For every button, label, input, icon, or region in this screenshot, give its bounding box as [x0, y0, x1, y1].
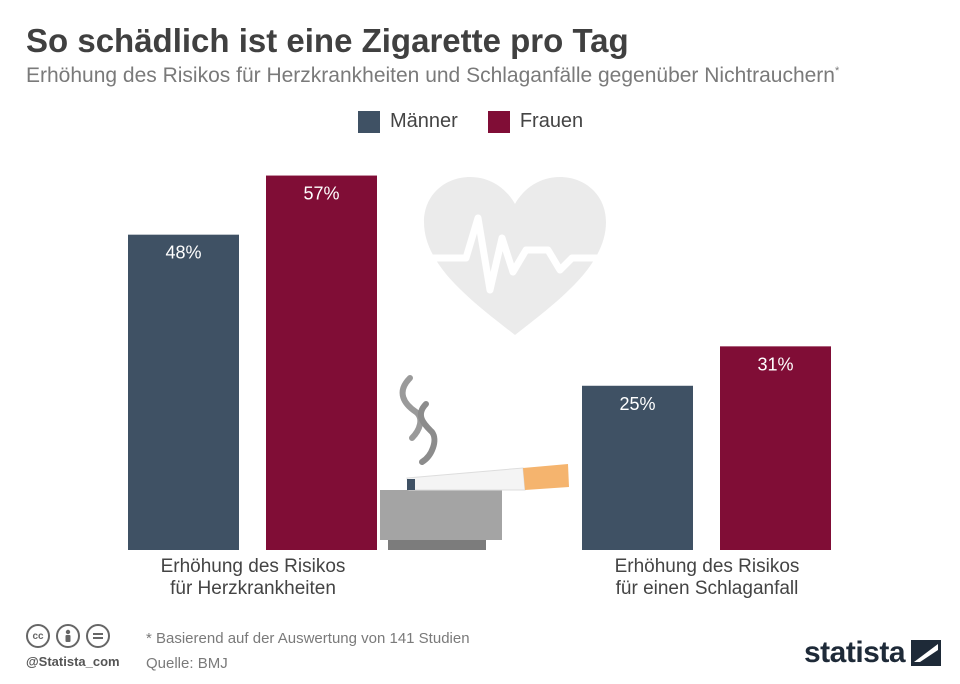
statista-handle: @Statista_com	[26, 654, 120, 669]
category-label-schlaganfall: Erhöhung des Risikos für einen Schlaganf…	[567, 556, 847, 600]
cc-icon: cc	[26, 624, 50, 648]
bar-maenner-0	[128, 234, 239, 550]
bar-frauen-1	[720, 346, 831, 550]
source: Quelle: BMJ	[146, 655, 228, 672]
footer-notes: * Basierend auf der Auswertung von 141 S…	[146, 626, 470, 676]
license-icons: cc	[26, 624, 110, 648]
statista-brand[interactable]: statista	[804, 636, 942, 670]
data-label-frauen-1: 31%	[757, 354, 793, 374]
category-label-schlaganfall-line2: für einen Schlaganfall	[615, 578, 799, 599]
by-icon	[56, 624, 80, 648]
category-label-herz-line2: für Herzkrankheiten	[170, 578, 336, 599]
bar-frauen-0	[266, 175, 377, 551]
statista-wordmark: statista	[804, 636, 906, 669]
data-label-frauen-0: 57%	[303, 184, 339, 204]
category-label-herz-line1: Erhöhung des Risikos	[160, 556, 346, 577]
category-label-herz: Erhöhung des Risikos für Herzkrankheiten	[113, 556, 393, 600]
category-label-schlaganfall-line1: Erhöhung des Risikos	[614, 556, 800, 577]
heart-icon	[424, 177, 606, 335]
data-label-maenner-0: 48%	[165, 243, 201, 263]
data-label-maenner-1: 25%	[619, 394, 655, 414]
cigarette-ashtray-icon	[380, 375, 569, 550]
statista-logo-icon	[911, 640, 942, 666]
footnote: * Basierend auf der Auswertung von 141 S…	[146, 630, 470, 647]
nd-icon	[86, 624, 110, 648]
